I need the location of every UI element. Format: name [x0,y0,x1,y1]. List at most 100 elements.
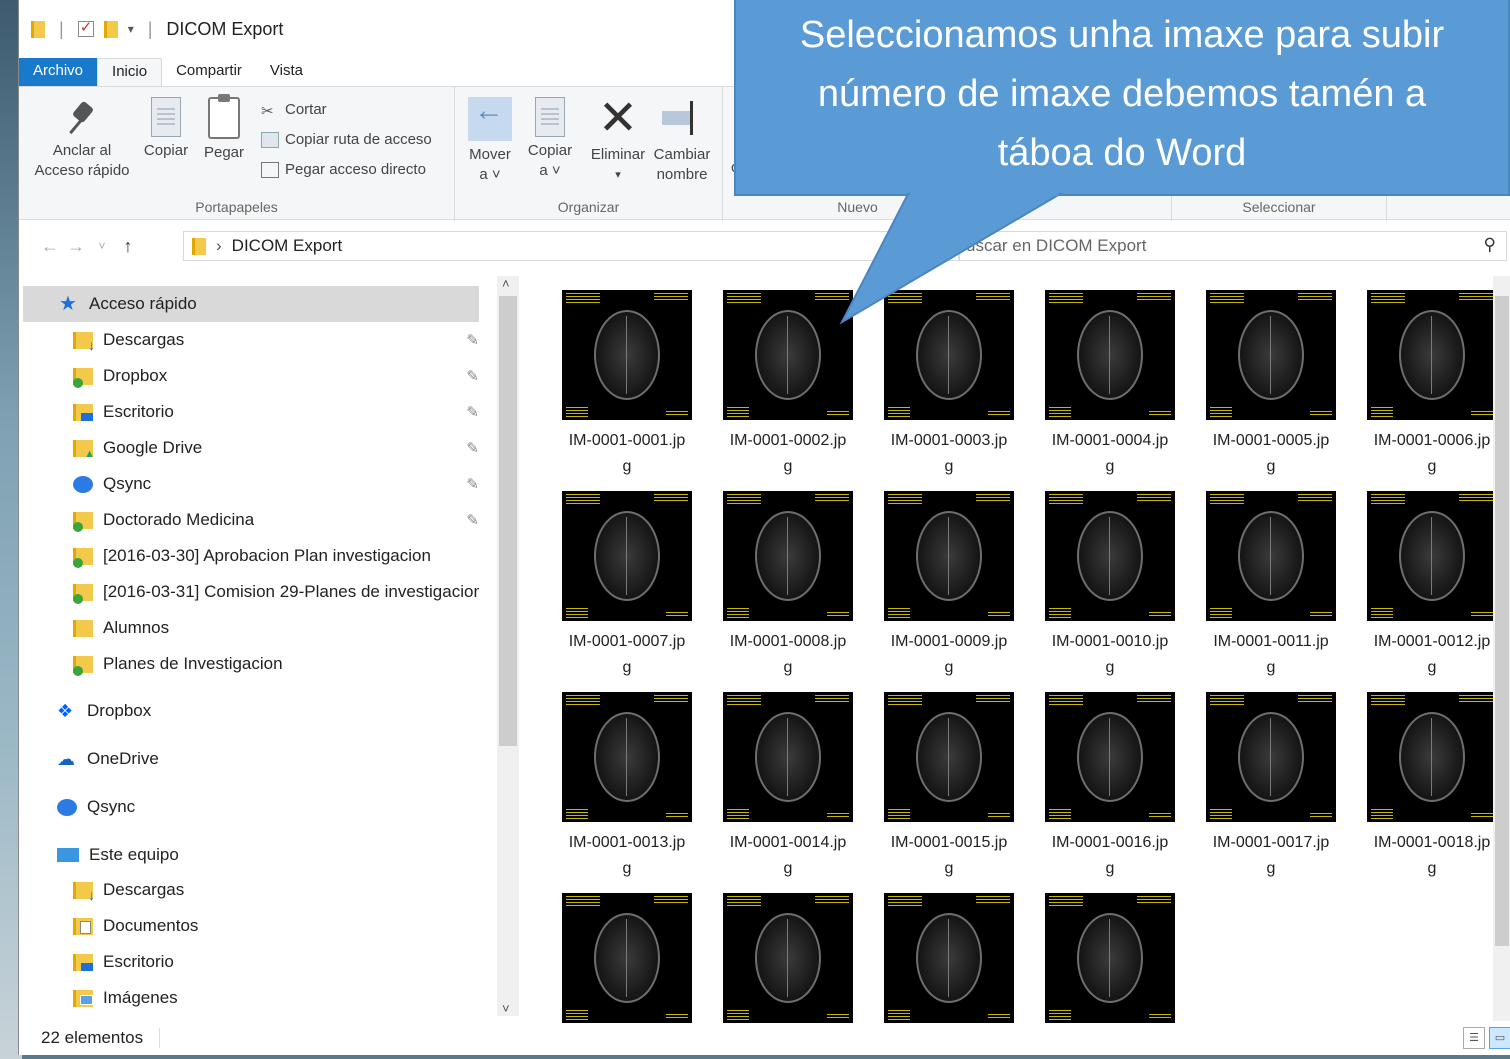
properties-icon[interactable] [77,18,94,37]
file-name: IM-0001-0011.jp g [1213,633,1329,676]
file-item[interactable]: IM-0001-0018.jp g [1362,692,1502,882]
nav-pc-imagenes[interactable]: Imágenes [19,980,479,1016]
delete-button[interactable]: ✕ Eliminar ▾ [585,95,651,185]
file-item[interactable]: IM-0001-0002.jp g [718,290,858,480]
nav-qsync[interactable]: Qsync [19,789,479,825]
pin-quick-access-button[interactable]: Anclar al Acceso rápido [27,97,137,181]
nav-pc-descargas[interactable]: Descargas [19,872,479,908]
file-item[interactable]: IM-0001-0014.jp g [718,692,858,882]
nav-item-planes-investigacion[interactable]: Planes de Investigacion [19,646,479,682]
mri-thumbnail [562,692,692,822]
breadcrumb[interactable]: › DICOM Export [183,231,959,261]
nav-item-google-drive[interactable]: Google Drive ✎ [19,430,479,466]
nav-item-qsync[interactable]: Qsync ✎ [19,466,479,502]
tab-vista[interactable]: Vista [256,58,317,86]
file-item[interactable]: IM-0001-0017.jp g [1201,692,1341,882]
navigation-pane: ★ Acceso rápido Descargas ✎ Dropbox ✎ Es… [19,270,501,1022]
google-drive-folder-icon [73,439,95,460]
file-item[interactable]: IM-0001-0015.jp g [879,692,1019,882]
file-name: IM-0001-0009.jp g [890,633,1008,676]
nav-dropbox[interactable]: ❖ Dropbox [19,693,479,729]
content-scrollbar[interactable] [1493,276,1510,1021]
file-item[interactable]: IM-0001-0011.jp g [1201,491,1341,681]
details-view-icon[interactable]: ☰ [1463,1027,1485,1049]
nav-item-escritorio[interactable]: Escritorio ✎ [19,394,479,430]
rename-button[interactable]: Cambiar nombre [651,97,713,185]
paste-button[interactable]: Pegar [199,94,249,163]
file-item[interactable]: IM-0001-0006.jp g [1362,290,1502,480]
copy-button[interactable]: Copiar [139,97,193,161]
customize-toolbar-icon[interactable]: ▾ [128,22,134,36]
file-item[interactable]: IM-0001-0016.jp g [1040,692,1180,882]
mri-thumbnail [562,491,692,621]
nav-item-aprobacion-plan[interactable]: [2016-03-30] Aprobacion Plan investigaci… [19,538,479,574]
file-item[interactable] [1040,893,1180,1031]
mri-thumbnail [884,893,1014,1023]
mri-thumbnail [562,893,692,1023]
file-item[interactable] [718,893,858,1031]
tab-inicio[interactable]: Inicio [97,58,163,86]
star-icon: ★ [59,292,77,315]
copy-path-button[interactable]: Copiar ruta de acceso [261,131,432,148]
copy-to-button[interactable]: Copiar a ˅ [521,97,579,181]
item-count: 22 elementos [41,1028,144,1047]
file-item[interactable] [557,893,697,1031]
cut-button[interactable]: ✂ Cortar [261,101,327,120]
status-bar: 22 elementos ☰ ▭ [19,1021,1510,1055]
group-label-seleccionar: Seleccionar [1242,199,1316,215]
forward-arrow-icon[interactable]: → [63,236,89,257]
file-name: IM-0001-0006.jp g [1373,432,1491,475]
tab-archivo[interactable]: Archivo [19,58,98,86]
file-item[interactable] [879,893,1019,1031]
nav-item-dropbox[interactable]: Dropbox ✎ [19,358,479,394]
scroll-down-icon[interactable]: ˅ [502,1001,510,1016]
file-item[interactable]: IM-0001-0012.jp g [1362,491,1502,681]
tab-compartir[interactable]: Compartir [162,58,256,86]
file-item[interactable]: IM-0001-0009.jp g [879,491,1019,681]
move-to-button[interactable]: Mover a ˅ [461,97,519,185]
desktop-folder-icon [73,953,93,971]
file-item[interactable]: IM-0001-0007.jp g [557,491,697,681]
nav-pc-escritorio[interactable]: Escritorio [19,944,479,980]
nav-pc-documentos[interactable]: Documentos [19,908,479,944]
large-icons-view-icon[interactable]: ▭ [1489,1027,1510,1049]
file-item[interactable]: IM-0001-0008.jp g [718,491,858,681]
search-icon[interactable]: ⚲ [1484,235,1496,255]
nav-this-pc[interactable]: Este equipo [19,837,479,873]
nav-item-descargas[interactable]: Descargas ✎ [19,322,479,358]
nav-item-doctorado-medicina[interactable]: Doctorado Medicina ✎ [19,502,479,538]
content-scrollbar-thumb[interactable] [1495,296,1509,946]
file-item[interactable]: IM-0001-0005.jp g [1201,290,1341,480]
file-name: IM-0001-0018.jp g [1373,834,1491,877]
group-portapapeles: Anclar al Acceso rápido Copiar Pegar ✂ C… [19,87,455,221]
nav-scrollbar[interactable]: ˄ ˅ [497,276,519,1016]
file-name: IM-0001-0012.jp g [1373,633,1491,676]
nav-item-alumnos[interactable]: Alumnos [19,610,479,646]
recent-locations-icon[interactable]: ˅ [89,239,115,253]
file-item[interactable]: IM-0001-0001.jp g [557,290,697,480]
new-folder-icon[interactable] [103,20,118,38]
file-item[interactable]: IM-0001-0003.jp g [879,290,1019,480]
nav-item-comision-29[interactable]: [2016-03-31] Comision 29-Planes de inves… [19,574,479,610]
group-organizar: Mover a ˅ Copiar a ˅ ✕ Eliminar ▾ Cambia… [455,87,723,221]
rename-icon [660,97,704,141]
mri-thumbnail [1206,491,1336,621]
breadcrumb-item[interactable]: DICOM Export [232,236,343,256]
nav-scrollbar-thumb[interactable] [499,296,517,746]
nav-quick-access[interactable]: ★ Acceso rápido [23,286,479,322]
dropbox-icon: ❖ [57,700,74,721]
paste-shortcut-button[interactable]: Pegar acceso directo [261,161,426,178]
mri-thumbnail [723,692,853,822]
mri-thumbnail [1206,692,1336,822]
search-box[interactable]: uscar en DICOM Export ⚲ [959,231,1507,261]
group-label-organizar: Organizar [557,199,620,215]
scroll-up-icon[interactable]: ˄ [502,276,510,291]
nav-onedrive[interactable]: ☁ OneDrive [19,741,479,777]
file-item[interactable]: IM-0001-0010.jp g [1040,491,1180,681]
file-item[interactable]: IM-0001-0013.jp g [557,692,697,882]
back-arrow-icon[interactable]: ← [37,236,63,257]
up-arrow-icon[interactable]: ↑ [115,236,141,257]
folder-icon [73,619,93,637]
quick-access-toolbar: | ▾ | DICOM Export [31,18,283,40]
file-item[interactable]: IM-0001-0004.jp g [1040,290,1180,480]
